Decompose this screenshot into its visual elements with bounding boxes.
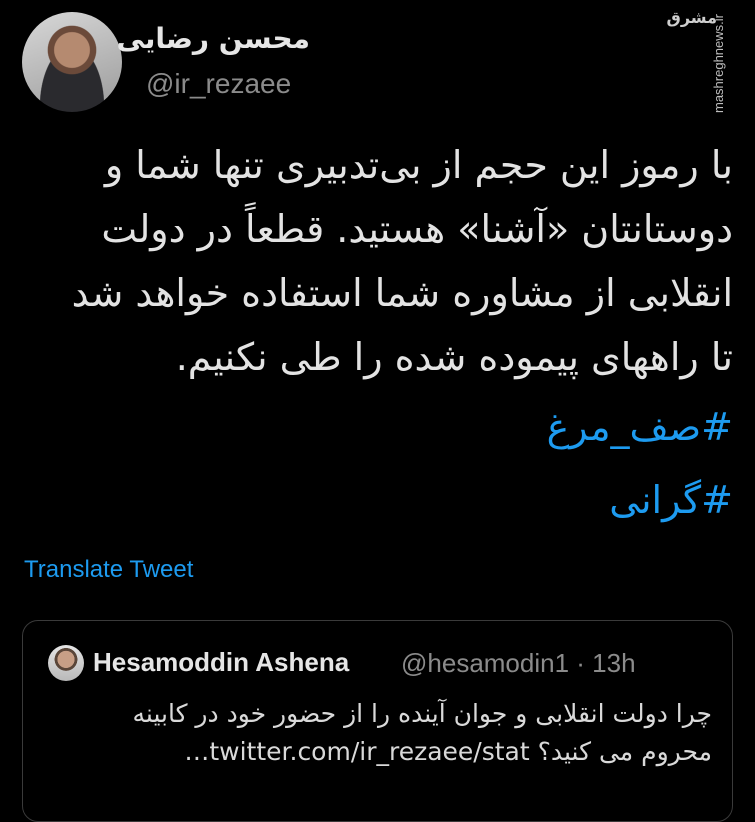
quoted-tweet-card[interactable]: Hesamoddin Ashena @hesamodin1 · 13h چرا … bbox=[22, 620, 733, 822]
watermark-url: mashreghnews.ir bbox=[711, 14, 726, 113]
tweet-text: با رموز این حجم از بی‌تدبیری تنها شما و … bbox=[71, 143, 733, 379]
author-handle[interactable]: @ir_rezaee bbox=[146, 68, 291, 100]
hashtag-saf-morgh[interactable]: #صف_مرغ bbox=[547, 405, 733, 449]
hashtag-gerani[interactable]: #گرانی bbox=[609, 478, 733, 522]
quoted-author-name: Hesamoddin Ashena bbox=[93, 647, 350, 677]
quoted-text-line: چرا دولت انقلابی و جوان آینده را از حضور… bbox=[132, 699, 713, 728]
quoted-tweet-text: چرا دولت انقلابی و جوان آینده را از حضور… bbox=[32, 695, 713, 771]
author-display-name[interactable]: محسن رضایی bbox=[117, 22, 310, 55]
quoted-author-handle-time: @hesamodin1 · 13h bbox=[401, 648, 636, 678]
quoted-text-line: محروم می کنید؟ twitter.com/ir_rezaee/sta… bbox=[184, 737, 712, 766]
translate-tweet-link[interactable]: Translate Tweet bbox=[24, 556, 193, 584]
quoted-author-avatar bbox=[48, 645, 84, 681]
watermark: مشرق mashreghnews.ir bbox=[667, 8, 741, 120]
author-avatar[interactable] bbox=[22, 12, 122, 112]
